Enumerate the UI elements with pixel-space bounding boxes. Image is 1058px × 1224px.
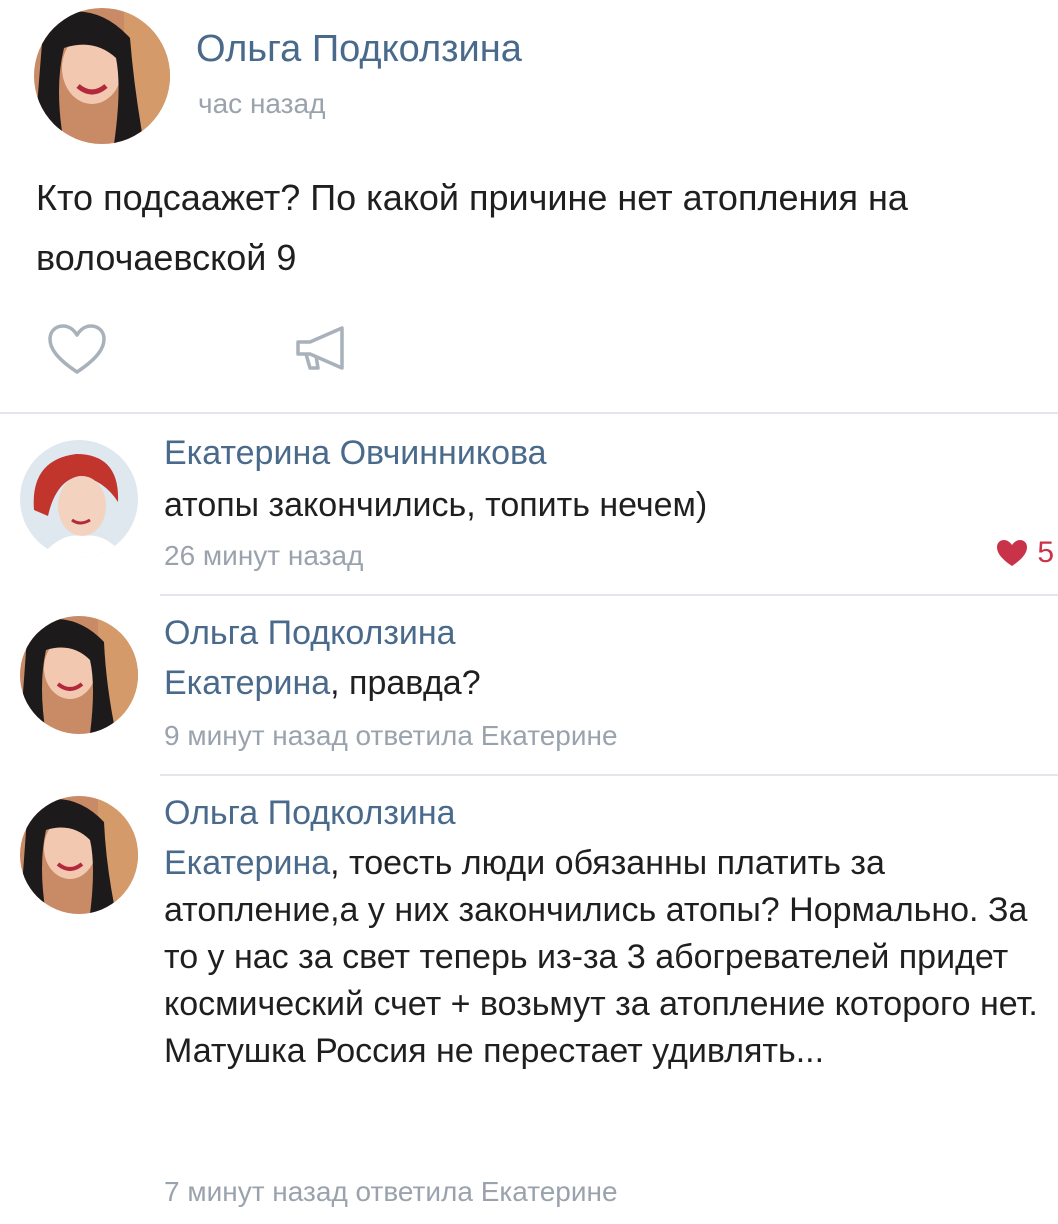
post-divider <box>0 412 1058 414</box>
post-timestamp: час назад <box>198 88 326 119</box>
comment-text: атопы закончились, топить нечем) <box>164 486 708 524</box>
author-avatar[interactable] <box>34 8 170 144</box>
comment-avatar[interactable] <box>20 616 138 734</box>
comment-text: Екатерина, тоесть люди обязанны платить … <box>164 840 1044 1075</box>
heart-filled-icon <box>997 540 1028 566</box>
comment-text-body: , правда? <box>330 664 481 702</box>
comment-timestamp: 26 минут назад <box>164 540 364 571</box>
comment-avatar[interactable] <box>20 440 138 558</box>
comment-divider <box>160 594 1058 596</box>
comment-mention-link[interactable]: Екатерина <box>164 844 330 882</box>
comment-text: Екатерина, правда? <box>164 660 1044 707</box>
comment-like-button[interactable]: 5 <box>995 536 1054 570</box>
post: Ольга Подколзина час назад Кто подсаажет… <box>0 0 1058 414</box>
comment-divider <box>160 774 1058 776</box>
comment-author-name[interactable]: Ольга Подколзина <box>164 794 456 833</box>
comment-author-name[interactable]: Екатерина Овчинникова <box>164 434 547 473</box>
comment-avatar[interactable] <box>20 796 138 914</box>
heart-outline-icon[interactable] <box>46 322 108 376</box>
post-author-name[interactable]: Ольга Подколзина <box>196 28 522 71</box>
megaphone-icon[interactable] <box>292 322 354 376</box>
comment-mention-link[interactable]: Екатерина <box>164 664 330 702</box>
comment-timestamp: 7 минут назад ответила Екатерине <box>164 1176 618 1207</box>
post-text: Кто подсаажет? По какой причине нет атоп… <box>36 177 908 278</box>
comment-author-name[interactable]: Ольга Подколзина <box>164 614 456 653</box>
comment-like-count: 5 <box>1037 536 1054 569</box>
comment-timestamp: 9 минут назад ответила Екатерине <box>164 720 618 751</box>
